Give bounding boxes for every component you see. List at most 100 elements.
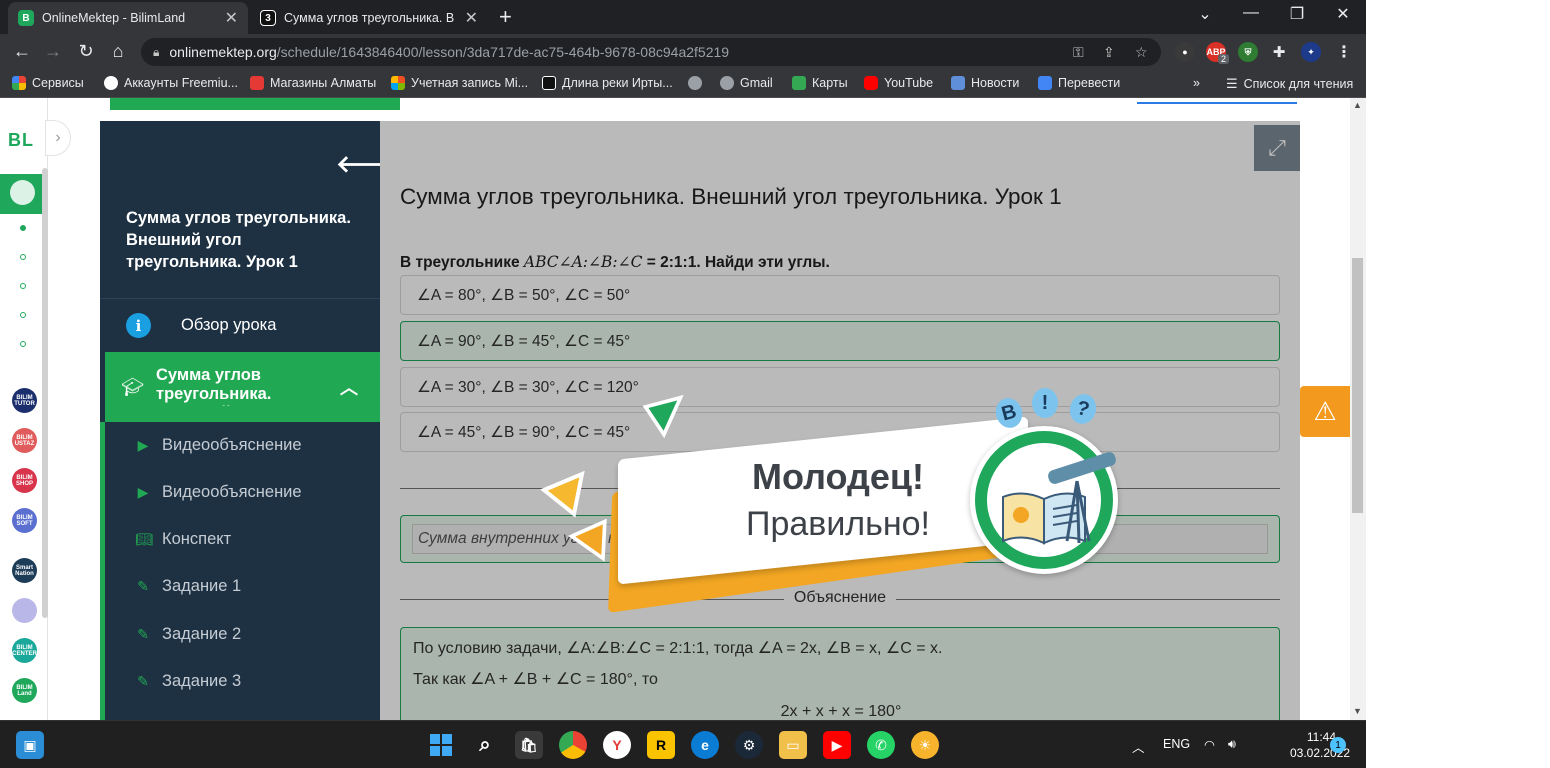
rail-app-tutor[interactable]: BILIM TUTOR [12,388,37,413]
bookmark-services[interactable]: Сервисы [12,76,84,90]
bookmark-label: Аккаунты Freemiu... [124,76,238,90]
sidebar-item-video-2[interactable]: ▶ Видеообъяснение [105,469,380,516]
scroll-down-icon[interactable]: ▼ [1353,706,1362,716]
sidebar-item-summary[interactable]: 📖︎ Конспект [105,516,380,563]
tab-search-chevron-icon[interactable]: ⌄ [1195,4,1215,24]
rail-dot[interactable] [20,254,26,260]
minimize-icon[interactable]: — [1241,4,1261,22]
chrome-icon[interactable] [559,731,587,759]
rail-dot-active[interactable] [20,225,26,231]
telescope-icon [1048,452,1116,544]
bookmark-star-icon[interactable]: ☆ [1135,44,1148,61]
share-icon[interactable]: ⇪ [1103,44,1115,61]
weather-icon[interactable]: ☀ [911,731,939,759]
info-icon: i [126,313,151,338]
notification-badge[interactable]: 1 [1330,737,1346,753]
page-scrollbar[interactable]: ▲ ▼ [1350,98,1366,720]
bookmark-almaty-shops[interactable]: Магазины Алматы [250,76,376,90]
rail-dot[interactable] [20,312,26,318]
rail-app-soft[interactable]: BILIM SOFT [12,508,37,533]
section-header[interactable]: 🎓︎ Сумма углов треугольника. Внешний уго… [105,352,380,422]
scrollbar-thumb[interactable] [1352,258,1363,513]
reading-list[interactable]: ☰ Список для чтения [1226,76,1353,92]
youtube-app-icon[interactable]: ▶ [823,731,851,759]
extensions-puzzle-icon[interactable]: ✚ [1269,42,1289,62]
new-tab-icon[interactable]: + [499,4,512,30]
tab-lesson[interactable]: 3 Сумма углов треугольника. Вне ✕ [250,2,488,34]
rail-app-smart-nation[interactable]: Smart Nation [12,558,37,583]
lesson-overview-item[interactable]: i Обзор урока [100,298,380,352]
wifi-icon[interactable]: ◠ [1204,737,1215,752]
scroll-up-icon[interactable]: ▲ [1353,100,1362,110]
edit-icon: ✎ [137,626,149,642]
back-icon[interactable]: ← [11,41,33,62]
home-icon[interactable]: ⌂ [107,41,129,62]
sidebar-item-task-3[interactable]: ✎ Задание 3 [105,658,380,705]
file-explorer-icon[interactable]: ▭ [779,731,807,759]
reload-icon[interactable]: ↻ [75,41,97,62]
extension-color-icon[interactable]: ● [1175,42,1195,62]
rail-expand-chevron-icon[interactable]: › [45,120,71,156]
start-icon[interactable] [427,731,455,759]
sidebar-item-video-1[interactable]: ▶ Видеообъяснение [105,422,380,469]
bookmark-globe[interactable] [688,76,702,90]
bookmarks-bar: Сервисы Аккаунты Freemiu... Магазины Алм… [0,70,1366,98]
bookmark-freemius[interactable]: Аккаунты Freemiu... [104,76,238,90]
browser-menu-icon[interactable]: ⋮ [1334,42,1354,62]
tray-overflow-chevron-icon[interactable]: ︿ [1132,737,1145,756]
url-path: /schedule/1643846400/lesson/3da717de-ac7… [276,44,730,60]
shield-extension-icon[interactable]: ⛨ [1238,42,1258,62]
bookmark-label: Учетная запись Mi... [411,76,529,90]
close-tab-icon[interactable]: ✕ [465,8,478,28]
widgets-icon[interactable]: ▣ [16,731,44,759]
popup-title: Молодец! [752,456,924,497]
rail-app-ustaz[interactable]: BILIM USTAZ [12,428,37,453]
rail-dot[interactable] [20,341,26,347]
language-indicator[interactable]: ENG [1163,737,1190,751]
news-icon [951,76,965,90]
rail-app-shop[interactable]: BILIM SHOP [12,468,37,493]
forward-icon[interactable]: → [42,41,64,62]
chevron-up-icon[interactable]: ︿ [340,374,358,400]
close-window-icon[interactable]: ✕ [1333,4,1353,24]
more-bookmarks-icon[interactable]: » [1193,76,1200,90]
browser-toolbar: ← → ↻ ⌂ 🔒︎ onlinemektep.org/schedule/164… [0,34,1366,70]
sidebar-item-task-2[interactable]: ✎ Задание 2 [105,611,380,658]
steam-icon[interactable]: ⚙ [735,731,763,759]
bookmark-microsoft-account[interactable]: Учетная запись Mi... [391,76,528,90]
report-warning-icon[interactable]: ⚠ [1300,386,1350,437]
key-icon[interactable]: ⚿ [1073,44,1084,61]
bookmark-news[interactable]: Новости [951,76,1019,90]
bilimland-logo[interactable]: BL [8,130,34,151]
volume-icon[interactable]: 🔊︎ [1228,737,1236,752]
telescope-book-badge [970,426,1118,574]
background-green-strip [110,98,400,110]
left-rail: BL BILIM TUTOR BILIM USTAZ BILIM SHOP BI… [0,98,48,720]
apps-grid-icon [12,76,26,90]
exclamation-bubble-icon: ! [1032,388,1058,418]
bookmark-translate[interactable]: Перевести [1038,76,1120,90]
address-bar[interactable]: 🔒︎ onlinemektep.org/schedule/1643846400/… [141,38,1161,66]
profile-avatar[interactable]: ✦ [1301,42,1321,62]
rail-dot[interactable] [20,283,26,289]
tab-onlinemektep[interactable]: B OnlineMektep - BilimLand ✕ [8,2,248,34]
rockstar-launcher-icon[interactable]: R [647,731,675,759]
bookmark-irtysh[interactable]: Длина реки Ирты... [542,76,673,90]
bookmark-gmail[interactable]: Gmail [720,76,773,90]
edge-icon[interactable]: e [691,731,719,759]
close-tab-icon[interactable]: ✕ [225,8,238,28]
bookmark-maps[interactable]: Карты [792,76,848,90]
yandex-browser-icon[interactable]: Y [603,731,631,759]
rail-app-generic[interactable] [12,598,37,623]
rail-app-land[interactable]: BILIM Land [12,678,37,703]
sidebar-item-task-1[interactable]: ✎ Задание 1 [105,563,380,610]
bookmark-youtube[interactable]: YouTube [864,76,933,90]
whatsapp-icon[interactable]: ✆ [867,731,895,759]
lesson-title: Сумма углов треугольника. Внешний угол т… [126,209,351,271]
microsoft-store-icon[interactable]: 🛍︎ [515,731,543,759]
rail-scrollbar[interactable] [42,168,48,618]
rail-active-item[interactable] [0,174,42,214]
restore-icon[interactable]: ❐ [1287,4,1307,24]
rail-app-center[interactable]: BILIM CENTER [12,638,37,663]
search-icon[interactable]: ⌕ [471,731,499,759]
